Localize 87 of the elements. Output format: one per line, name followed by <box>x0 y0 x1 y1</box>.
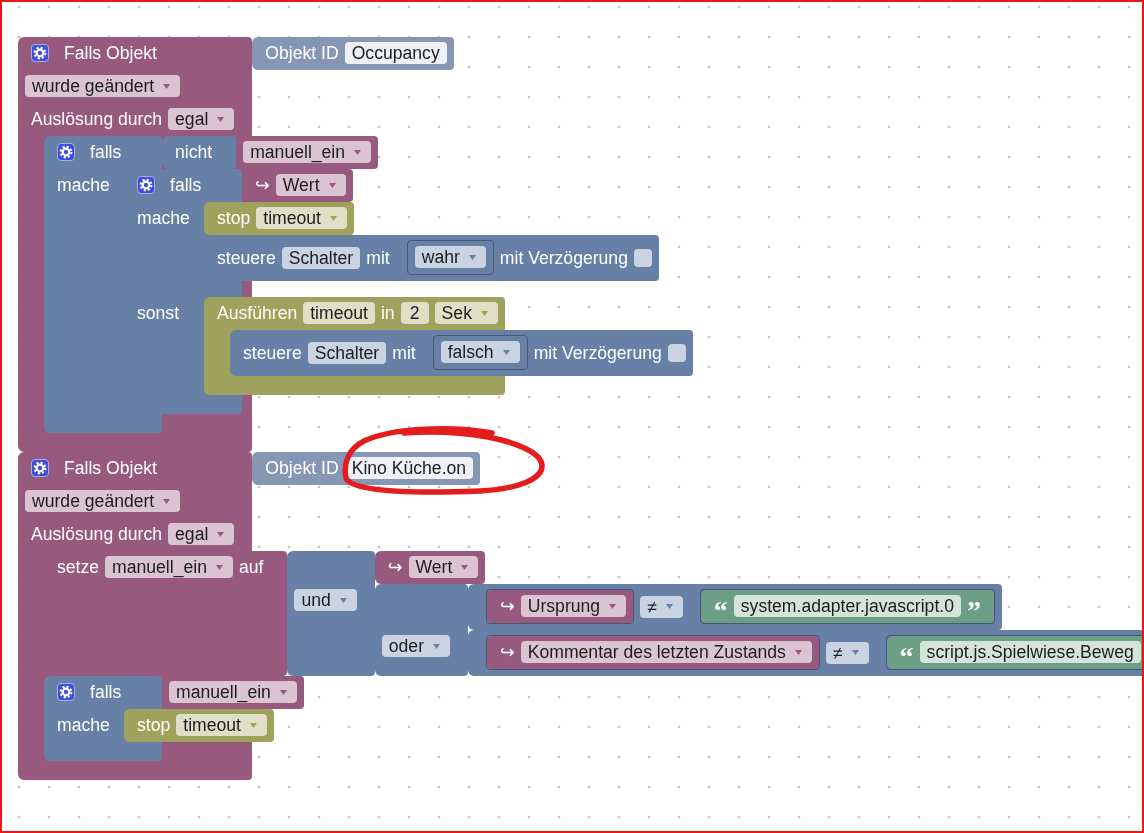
block-label: stop <box>137 714 171 736</box>
block-label: ↪ <box>500 641 515 663</box>
dropdown[interactable]: manuell_ein <box>105 556 233 578</box>
dropdown[interactable]: und <box>294 589 357 611</box>
block-label: mit Verzögerung <box>499 246 628 269</box>
block-label: Objekt ID <box>265 457 339 479</box>
dropdown[interactable]: egal <box>168 108 235 130</box>
dropdown[interactable]: ≠ <box>640 595 683 618</box>
quote-mark: “ <box>899 641 914 663</box>
dropdown[interactable]: timeout <box>176 714 267 736</box>
text-field[interactable]: Schalter <box>281 246 361 269</box>
block-label: mit <box>392 341 416 364</box>
caret-icon <box>502 349 510 355</box>
caret-icon <box>249 722 257 728</box>
dropdown[interactable]: Sek <box>434 302 498 324</box>
dropdown[interactable]: Ursprung <box>520 595 627 617</box>
block-label: falls <box>90 141 122 163</box>
block-label: falls <box>90 681 122 703</box>
dropdown[interactable]: oder <box>381 635 450 657</box>
caret-icon <box>279 689 287 695</box>
text-field[interactable]: timeout <box>303 302 375 324</box>
checkbox[interactable] <box>667 343 686 362</box>
caret-icon <box>480 310 488 316</box>
block-label: falls <box>170 174 202 196</box>
caret-icon <box>329 215 337 221</box>
caret-icon <box>163 498 171 504</box>
text-field[interactable]: script.js.Spielwiese.Beweg <box>919 641 1141 663</box>
dropdown[interactable]: ≠ <box>825 641 869 664</box>
text-field[interactable]: Schalter <box>307 341 387 364</box>
block-label: Auslösung durch <box>31 108 163 130</box>
quote-mark: ” <box>966 595 981 617</box>
block-label: ↪ <box>500 595 515 617</box>
block-label: ↪ <box>387 556 403 578</box>
block-label: mache <box>57 175 110 195</box>
block-label: mache <box>57 715 110 735</box>
block-label: setze <box>57 556 100 578</box>
checkbox[interactable] <box>633 248 652 267</box>
text-field[interactable]: system.adapter.javascript.0 <box>733 595 961 617</box>
block-label: stop <box>217 207 251 229</box>
block-label: Objekt ID <box>265 42 339 64</box>
block-label: Ausführen <box>217 302 298 324</box>
text-field[interactable]: 2 <box>400 302 429 324</box>
caret-icon <box>468 254 476 260</box>
caret-icon <box>339 597 347 603</box>
gear-icon[interactable] <box>137 176 155 194</box>
block-label: sonst <box>137 303 180 323</box>
block-label: Auslösung durch <box>31 523 163 545</box>
dropdown[interactable]: Wert <box>275 174 346 196</box>
block-label: steuere <box>217 246 276 269</box>
caret-icon <box>794 649 802 655</box>
gear-icon[interactable] <box>31 459 49 477</box>
caret-icon <box>609 603 617 609</box>
quote-mark: “ <box>713 595 728 617</box>
caret-icon <box>665 604 673 609</box>
dropdown[interactable]: falsch <box>440 341 520 363</box>
dropdown[interactable]: wahr <box>414 246 486 268</box>
block-label: ↪ <box>255 174 270 196</box>
block-label: Falls Objekt <box>64 42 157 64</box>
dropdown[interactable]: manuell_ein <box>169 681 297 703</box>
block-label: mit <box>366 246 390 269</box>
dropdown[interactable]: Kommentar des letzten Zustands <box>520 641 812 663</box>
dropdown[interactable]: egal <box>168 523 235 545</box>
caret-icon <box>433 643 440 649</box>
caret-icon <box>354 149 362 155</box>
caret-icon <box>217 116 225 122</box>
caret-icon <box>163 83 171 89</box>
dropdown[interactable]: Wert <box>408 556 479 578</box>
dropdown[interactable]: manuell_ein <box>243 141 372 163</box>
caret-icon <box>461 564 469 570</box>
block-label: Falls Objekt <box>64 457 157 479</box>
block-label: mit Verzögerung <box>533 341 662 364</box>
block-label: steuere <box>243 341 302 364</box>
block-label: in <box>380 302 395 324</box>
block-label: mache <box>137 208 190 228</box>
text-field[interactable]: Occupancy <box>344 42 447 64</box>
dropdown[interactable]: wurde geändert <box>25 490 181 512</box>
caret-icon <box>217 531 225 537</box>
gear-icon[interactable] <box>31 44 49 62</box>
gear-icon[interactable] <box>57 683 75 701</box>
gear-icon[interactable] <box>57 143 75 161</box>
caret-icon <box>215 564 223 570</box>
caret-icon <box>851 650 859 655</box>
block-label: auf <box>238 556 264 578</box>
caret-icon <box>328 182 336 188</box>
block-label: nicht <box>175 141 213 163</box>
dropdown[interactable]: timeout <box>256 207 347 229</box>
dropdown[interactable]: wurde geändert <box>25 75 181 97</box>
